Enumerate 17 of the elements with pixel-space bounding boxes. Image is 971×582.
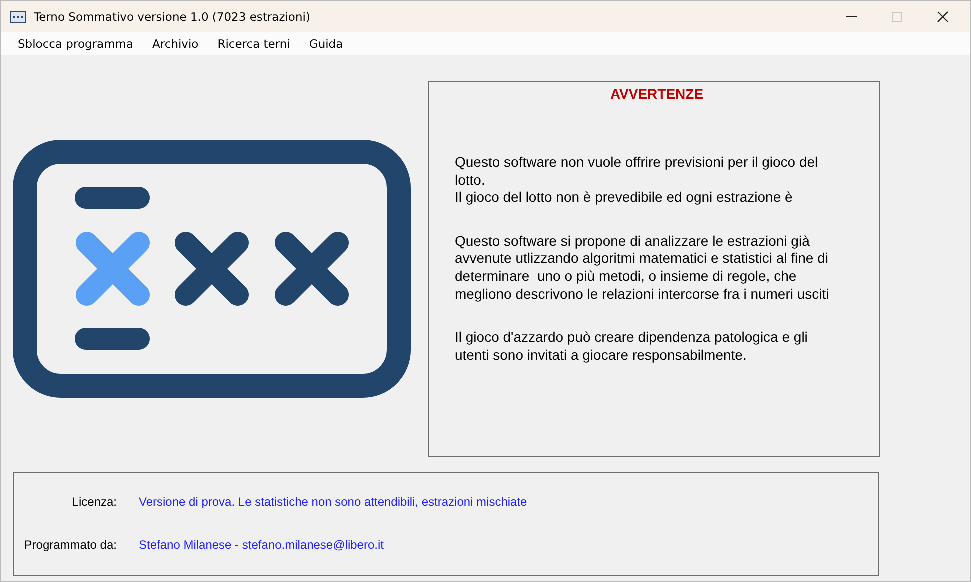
close-icon [937,10,949,22]
window-title: Terno Sommativo versione 1.0 (7023 estrazioni) [34,10,312,24]
info-label: Programmato da: [23,538,117,552]
warning-paragraph: Questo software non vuole offrire previsioni per il gioco del lotto. Il gioco del lotto non è prevedibile ed ogni estrazione è [455,154,820,207]
info-value: Versione di prova. Le statistiche non sono attendibili, estrazioni mischiate [139,495,528,509]
maximize-icon [892,12,902,22]
menu-item[interactable]: Guida [301,36,352,50]
warning-paragraph: Questo software si propone di analizzare le estrazioni già avvenute utlizzando algoritmi matematici e statistici al fine di determinare uno o più metodi, o insieme di regole, che megliono descrivono le relazioni intercorse fra i numeri usciti [455,232,830,304]
warning-paragraph: Il gioco d'azzardo può creare dipendenza patologica e gli utenti sono invitati a giocare responsabilmente. [455,329,809,364]
warnings-title: AVVERTENZE [610,86,704,102]
menu-item[interactable]: Archivio [144,36,207,50]
menu-item[interactable]: Ricerca terni [210,36,298,50]
minimize-icon [846,16,856,17]
info-value: Stefano Milanese - stefano.milanese@libero.it [139,538,385,552]
menu-item[interactable]: Sblocca programma [10,36,142,50]
info-label: Licenza: [71,495,117,509]
app-icon [10,10,26,22]
